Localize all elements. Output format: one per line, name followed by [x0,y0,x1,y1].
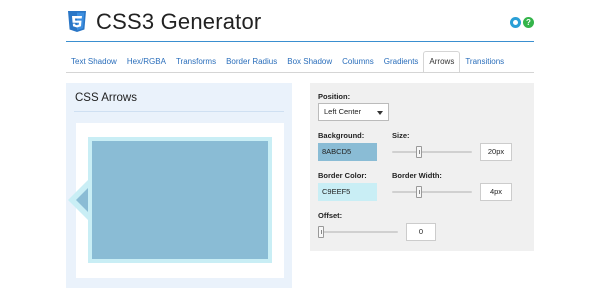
preview-panel: CSS Arrows [66,83,292,288]
tabs-divider [66,72,534,73]
help-icon[interactable]: ? [523,17,534,28]
border-color-input[interactable]: C9EEF5 [318,183,377,201]
position-select[interactable]: Left Center [318,103,389,121]
header: CSS3 Generator ? [0,0,600,44]
border-width-slider-track [392,191,472,193]
size-input[interactable]: 20px [480,143,512,161]
css3-shield-icon [68,11,86,32]
header-divider [66,41,534,42]
preview-stage [68,123,284,278]
offset-label: Offset: [318,211,343,220]
tab-transitions[interactable]: Transitions [460,51,509,73]
tab-border-radius[interactable]: Border Radius [221,51,282,73]
border-color-label: Border Color: [318,171,367,180]
size-slider[interactable] [392,146,472,158]
tab-columns[interactable]: Columns [337,51,379,73]
controls-panel: Position: Left Center Background: Size: … [310,83,534,251]
border-width-slider[interactable] [392,186,472,198]
border-width-input[interactable]: 4px [480,183,512,201]
tab-arrows[interactable]: Arrows [423,51,461,73]
size-slider-handle[interactable] [416,146,423,158]
tab-transforms[interactable]: Transforms [171,51,221,73]
position-value: Left Center [324,107,362,116]
app-title: CSS3 Generator [96,9,262,34]
tab-gradients[interactable]: Gradients [379,51,424,73]
position-label: Position: [318,92,351,101]
tab-box-shadow[interactable]: Box Shadow [282,51,337,73]
tab-text-shadow[interactable]: Text Shadow [66,51,122,73]
background-label: Background: [318,131,365,140]
border-width-slider-handle[interactable] [416,186,423,198]
arrow-box-preview [68,137,272,263]
preview-divider [74,111,284,112]
preview-title: CSS Arrows [75,92,137,104]
offset-input[interactable]: 0 [406,223,436,241]
border-width-label: Border Width: [392,171,442,180]
background-color-input[interactable]: 8ABCD5 [318,143,377,161]
offset-slider-track [318,231,398,233]
offset-slider-handle[interactable] [318,226,324,238]
size-label: Size: [392,131,410,140]
tab-bar: Text Shadow Hex/RGBA Transforms Border R… [66,51,509,73]
chevron-down-icon [377,111,383,115]
size-slider-track [392,151,472,153]
offset-slider[interactable] [318,226,398,238]
tab-hex-rgba[interactable]: Hex/RGBA [122,51,171,73]
settings-icon[interactable] [510,17,521,28]
